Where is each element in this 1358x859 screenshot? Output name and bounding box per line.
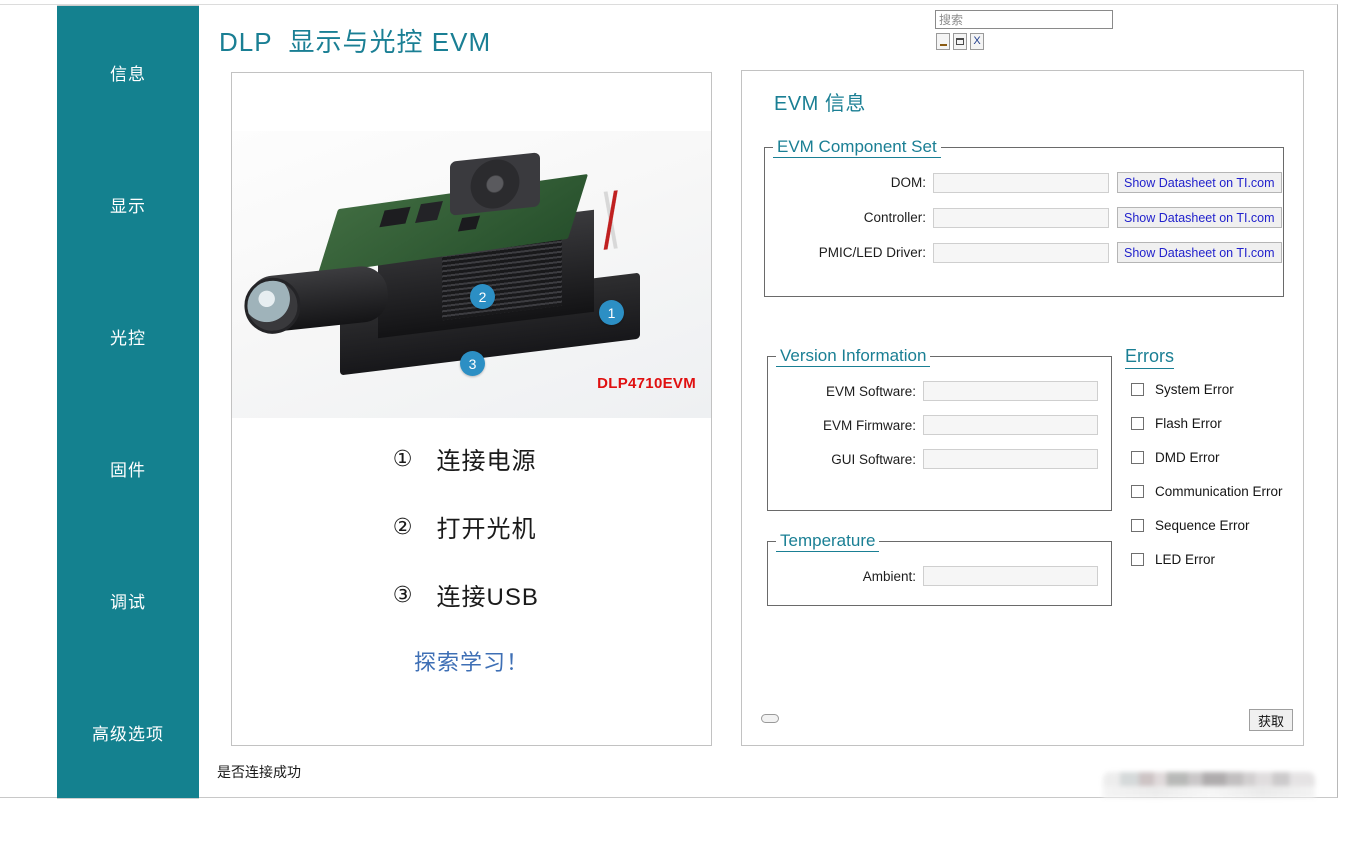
dmd-error-label: DMD Error: [1155, 450, 1220, 465]
getting-started-panel: 1 2 3 DLP4710EVM ① 连接电源 ② 打开光机 ③ 连接USB 探…: [231, 72, 712, 746]
callout-marker-3: 3: [460, 351, 485, 376]
version-information-group: Version Information EVM Software: EVM Fi…: [767, 346, 1112, 511]
close-icon[interactable]: X: [970, 33, 984, 50]
gui-software-label: GUI Software:: [831, 451, 916, 467]
error-row-communication: Communication Error: [1125, 483, 1297, 500]
temperature-legend: Temperature: [776, 531, 880, 552]
communication-error-label: Communication Error: [1155, 484, 1283, 499]
setup-step: ③ 连接USB: [232, 577, 711, 612]
step-text: 连接电源: [436, 448, 537, 475]
sidebar-item-label: 光控: [110, 328, 146, 348]
callout-marker-1: 1: [599, 300, 624, 325]
ambient-row: Ambient:: [768, 566, 1111, 586]
explore-learn-link[interactable]: 探索学习！: [232, 645, 711, 677]
photo-cooling-fan: [450, 152, 540, 216]
sidebar-item-info[interactable]: 信息: [57, 6, 199, 138]
evm-info-panel: EVM 信息 EVM Component Set DOM: Show Datas…: [741, 70, 1304, 746]
errors-group: Errors System Error Flash Error DMD Erro…: [1125, 346, 1297, 585]
sidebar-item-display[interactable]: 显示: [57, 138, 199, 270]
sidebar-item-light-control[interactable]: 光控: [57, 270, 199, 402]
setup-steps-list: ① 连接电源 ② 打开光机 ③ 连接USB 探索学习！: [232, 441, 711, 677]
setup-step: ① 连接电源: [232, 441, 711, 476]
window-controls: X: [936, 33, 984, 50]
minimize-icon[interactable]: [936, 33, 950, 50]
gui-software-field[interactable]: [923, 449, 1098, 469]
application-window: 信息 显示 光控 固件 调试 高级选项 DLP 显示与光控 EVM X 1 2: [0, 4, 1338, 799]
sidebar-item-advanced-options[interactable]: 高级选项: [57, 666, 199, 798]
setup-step: ② 打开光机: [232, 509, 711, 544]
controller-label: Controller:: [863, 210, 926, 225]
redacted-region: [1103, 772, 1315, 798]
show-datasheet-dom-button[interactable]: Show Datasheet on TI.com: [1117, 172, 1282, 193]
callout-marker-2: 2: [470, 284, 495, 309]
flash-error-checkbox[interactable]: [1131, 417, 1144, 430]
version-information-legend: Version Information: [776, 346, 931, 367]
step-number: ③: [392, 581, 413, 607]
ambient-field[interactable]: [923, 566, 1098, 586]
pmic-led-driver-label: PMIC/LED Driver:: [818, 245, 926, 260]
evm-firmware-field[interactable]: [923, 415, 1098, 435]
controller-row: Controller: Show Datasheet on TI.com: [765, 207, 1283, 228]
maximize-icon[interactable]: [953, 33, 967, 50]
show-datasheet-pmic-button[interactable]: Show Datasheet on TI.com: [1117, 242, 1282, 263]
sidebar-item-label: 信息: [110, 64, 146, 84]
dom-row: DOM: Show Datasheet on TI.com: [765, 172, 1283, 193]
evm-firmware-label: EVM Firmware:: [822, 417, 916, 433]
evm-component-set-group: EVM Component Set DOM: Show Datasheet on…: [764, 137, 1284, 297]
flash-error-label: Flash Error: [1155, 416, 1222, 431]
dmd-error-checkbox[interactable]: [1131, 451, 1144, 464]
sidebar-item-label: 显示: [110, 196, 146, 216]
connection-status-text: 是否连接成功: [217, 764, 301, 780]
evm-software-field[interactable]: [923, 381, 1098, 401]
communication-error-checkbox[interactable]: [1131, 485, 1144, 498]
led-error-checkbox[interactable]: [1131, 553, 1144, 566]
page-title: DLP 显示与光控 EVM: [219, 27, 492, 57]
sidebar-item-label: 固件: [110, 460, 146, 480]
error-row-led: LED Error: [1125, 551, 1297, 568]
errors-heading: Errors: [1125, 346, 1174, 369]
sidebar-item-label: 调试: [110, 592, 146, 612]
show-datasheet-controller-button[interactable]: Show Datasheet on TI.com: [1117, 207, 1282, 228]
photo-model-label: DLP4710EVM: [597, 375, 696, 392]
status-bar: 是否连接成功: [200, 754, 1337, 798]
evm-software-label: EVM Software:: [825, 383, 916, 399]
fetch-button[interactable]: 获取: [1249, 709, 1293, 731]
led-error-label: LED Error: [1155, 552, 1216, 567]
evm-component-set-legend: EVM Component Set: [773, 137, 941, 158]
error-row-system: System Error: [1125, 381, 1297, 398]
step-number: ①: [392, 445, 413, 471]
ambient-label: Ambient:: [862, 568, 916, 584]
photo-wiring: [584, 188, 638, 252]
sidebar-item-firmware[interactable]: 固件: [57, 402, 199, 534]
search-container: [935, 10, 1113, 29]
evm-firmware-row: EVM Firmware:: [768, 415, 1111, 435]
step-number: ②: [392, 513, 413, 539]
search-input[interactable]: [935, 10, 1113, 29]
gui-software-row: GUI Software:: [768, 449, 1111, 469]
temperature-group: Temperature Ambient:: [767, 531, 1112, 606]
step-text: 打开光机: [436, 516, 537, 543]
dom-label: DOM:: [890, 175, 926, 190]
system-error-checkbox[interactable]: [1131, 383, 1144, 396]
error-row-flash: Flash Error: [1125, 415, 1297, 432]
pmic-led-driver-row: PMIC/LED Driver: Show Datasheet on TI.co…: [765, 242, 1283, 263]
sequence-error-label: Sequence Error: [1155, 518, 1250, 533]
progress-indicator: [761, 714, 779, 723]
sidebar-navigation: 信息 显示 光控 固件 调试 高级选项: [57, 5, 199, 799]
dom-field[interactable]: [933, 172, 1109, 193]
controller-field[interactable]: [933, 207, 1109, 228]
sequence-error-checkbox[interactable]: [1131, 519, 1144, 532]
system-error-label: System Error: [1155, 382, 1234, 397]
error-row-dmd: DMD Error: [1125, 449, 1297, 466]
step-text: 连接USB: [436, 584, 539, 611]
pmic-led-driver-field[interactable]: [933, 242, 1109, 263]
evm-software-row: EVM Software:: [768, 381, 1111, 401]
evm-product-photo: 1 2 3 DLP4710EVM: [232, 131, 711, 418]
error-row-sequence: Sequence Error: [1125, 517, 1297, 534]
evm-info-heading: EVM 信息: [774, 93, 866, 115]
sidebar-item-label: 高级选项: [92, 724, 164, 744]
sidebar-item-debug[interactable]: 调试: [57, 534, 199, 666]
